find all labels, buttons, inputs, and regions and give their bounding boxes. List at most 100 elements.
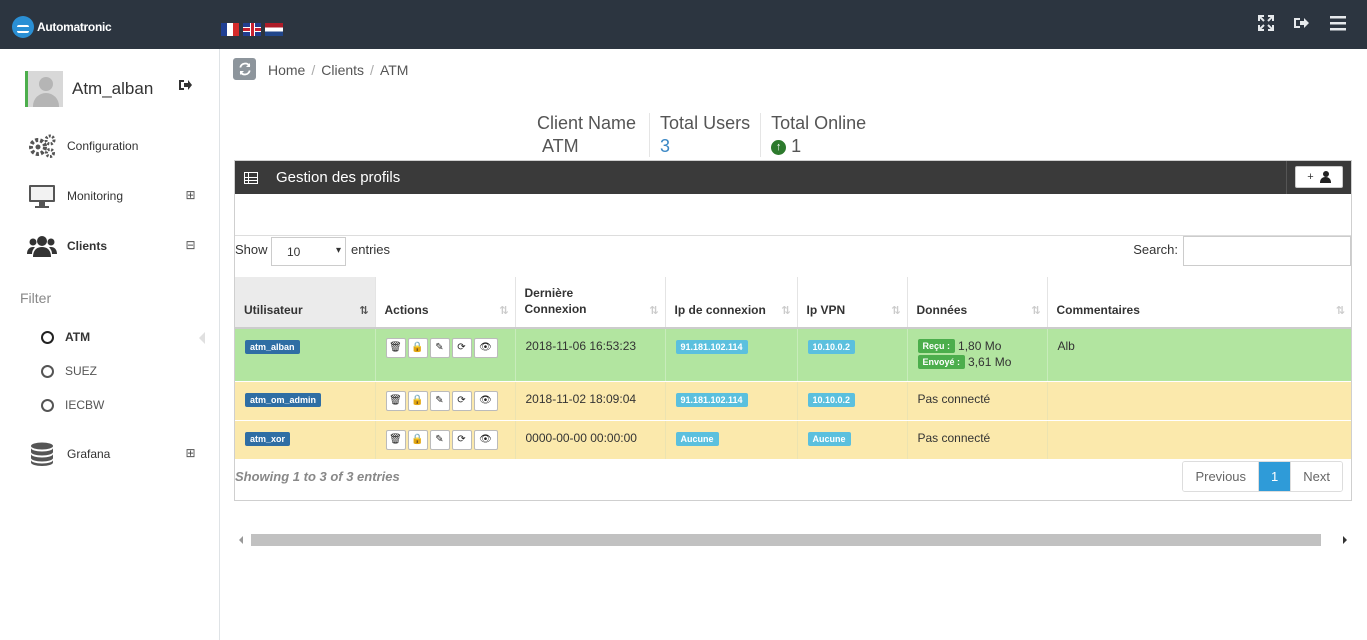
user-name: Atm_alban (72, 79, 154, 98)
add-user-button[interactable]: + (1295, 166, 1343, 188)
view-icon[interactable]: 👁 (473, 429, 498, 450)
user-label[interactable]: atm_xor (245, 431, 291, 446)
refresh-icon[interactable]: ⟳ (451, 390, 472, 411)
stat-client-name: Client Name ATM (537, 113, 649, 157)
entries-length-select[interactable]: 10 (271, 237, 346, 266)
collapse-icon[interactable]: ⊟ (185, 239, 196, 251)
sidebar-item-configuration[interactable]: Configuration (27, 131, 202, 161)
cell-actions: 🗑 🔒 ✎ ⟳ 👁 (374, 328, 515, 382)
user-label[interactable]: atm_om_admin (245, 392, 322, 407)
column-commentaires[interactable]: Commentaires ⇅ (1046, 277, 1351, 329)
cell-ip: Aucune (664, 420, 797, 460)
cell-ip: 91.181.102.114 (664, 381, 797, 421)
filter-item-suez[interactable]: SUEZ (41, 362, 97, 380)
sidebar-item-grafana[interactable]: Grafana ⊞ (27, 439, 202, 469)
language-selector (221, 23, 283, 36)
column-label: Ip VPN (806, 303, 846, 317)
cell-ip: 91.181.102.114 (664, 328, 797, 382)
delete-icon[interactable]: 🗑 (385, 338, 406, 358)
flag-nl-icon[interactable] (265, 23, 283, 36)
breadcrumb-clients[interactable]: Clients (321, 62, 364, 78)
view-icon[interactable]: 👁 (473, 390, 498, 411)
breadcrumb-home[interactable]: Home (268, 62, 305, 78)
pagination-next[interactable]: Next (1290, 462, 1342, 491)
refresh-icon[interactable]: ⟳ (451, 338, 472, 358)
sidebar-item-clients[interactable]: Clients ⊟ (27, 231, 202, 261)
sort-icon: ⇅ (499, 305, 509, 317)
expand-icon[interactable]: ⊞ (185, 189, 196, 201)
table-info: Showing 1 to 3 of 3 entries (235, 469, 400, 484)
edit-icon[interactable]: ✎ (429, 390, 450, 411)
sent-badge: Envoyé : (917, 355, 966, 369)
refresh-button[interactable] (233, 58, 256, 80)
stat-total-online: Total Online ↑ 1 (760, 113, 876, 157)
pagination-page-1[interactable]: 1 (1258, 462, 1291, 491)
radio-icon[interactable] (41, 398, 54, 412)
flag-en-icon[interactable] (243, 23, 261, 36)
monitor-icon (27, 182, 57, 210)
column-actions[interactable]: Actions ⇅ (374, 277, 515, 329)
filter-label: ATM (65, 330, 91, 344)
breadcrumb-current: ATM (379, 62, 409, 78)
column-donnees[interactable]: Données ⇅ (906, 277, 1047, 329)
avatar (25, 71, 63, 107)
filter-label: SUEZ (65, 364, 98, 378)
client-stats: Client Name ATM Total Users 3 Total Onli… (537, 113, 876, 157)
lock-icon[interactable]: 🔒 (407, 338, 428, 358)
radio-icon[interactable] (41, 364, 54, 378)
refresh-icon[interactable]: ⟳ (451, 429, 472, 450)
view-icon[interactable]: 👁 (473, 338, 498, 358)
stat-value: 1 (791, 136, 802, 156)
filter-item-atm[interactable]: ATM (41, 328, 90, 346)
cell-comment (1046, 381, 1351, 421)
scroll-left-icon[interactable] (239, 536, 243, 544)
radio-selected-icon[interactable] (41, 330, 54, 344)
cell-data: Reçu :1,80 Mo Envoyé :3,61 Mo (906, 328, 1047, 382)
expand-icon[interactable]: ⊞ (185, 447, 196, 459)
lock-icon[interactable]: 🔒 (407, 390, 428, 411)
sidebar-collapse-icon[interactable] (199, 332, 205, 344)
vpn-badge: Aucune (807, 431, 851, 446)
column-derniere-connexion[interactable]: Dernière Connexion ⇅ (514, 277, 665, 329)
last-connection: 0000-00-00 00:00:00 (525, 430, 637, 445)
delete-icon[interactable]: 🗑 (385, 390, 406, 411)
column-label: Ip de connexion (674, 303, 766, 317)
vpn-badge: 10.10.0.2 (807, 392, 856, 407)
logout-icon[interactable] (1291, 14, 1311, 34)
column-utilisateur[interactable]: Utilisateur ⇅ (235, 277, 375, 329)
cell-actions: 🗑 🔒 ✎ ⟳ 👁 (374, 420, 515, 460)
scroll-right-icon[interactable] (1343, 536, 1347, 544)
panel-title: Gestion des profils (276, 169, 401, 186)
table-icon (244, 171, 258, 184)
cell-data: Pas connecté (906, 420, 1047, 460)
flag-fr-icon[interactable] (221, 23, 239, 36)
app-logo[interactable]: Automatronic (12, 15, 112, 39)
edit-icon[interactable]: ✎ (429, 429, 450, 450)
edit-icon[interactable]: ✎ (429, 338, 450, 358)
column-ip-vpn[interactable]: Ip VPN ⇅ (796, 277, 907, 329)
menu-icon[interactable] (1328, 14, 1348, 34)
user-label[interactable]: atm_alban (245, 340, 300, 354)
sort-icon: ⇅ (649, 305, 659, 317)
pagination-previous[interactable]: Previous (1183, 462, 1259, 491)
scrollbar-thumb[interactable] (251, 534, 1321, 546)
last-connection: 2018-11-06 16:53:23 (525, 339, 637, 353)
stat-value[interactable]: 3 (660, 136, 750, 157)
table-row: atm_xor 🗑 🔒 ✎ ⟳ 👁 0000-00-00 00:00:00 Au… (235, 420, 1351, 460)
data-status: Pas connecté (917, 391, 991, 406)
search-input[interactable] (1183, 236, 1351, 266)
sidebar-item-label: Configuration (67, 139, 139, 153)
database-icon (27, 440, 57, 468)
sidebar-item-monitoring[interactable]: Monitoring ⊞ (27, 181, 202, 211)
column-label: Données (916, 303, 968, 317)
column-label: Dernière Connexion (524, 286, 587, 316)
filter-item-iecbw[interactable]: IECBW (41, 396, 104, 414)
user-profile[interactable]: Atm_alban (25, 71, 153, 107)
cell-user: atm_alban (235, 328, 375, 382)
fullscreen-icon[interactable] (1256, 14, 1276, 34)
column-ip-connexion[interactable]: Ip de connexion ⇅ (664, 277, 797, 329)
delete-icon[interactable]: 🗑 (385, 429, 406, 450)
lock-icon[interactable]: 🔒 (407, 429, 428, 450)
sign-out-icon[interactable] (178, 78, 194, 94)
horizontal-scrollbar[interactable] (234, 532, 1352, 548)
